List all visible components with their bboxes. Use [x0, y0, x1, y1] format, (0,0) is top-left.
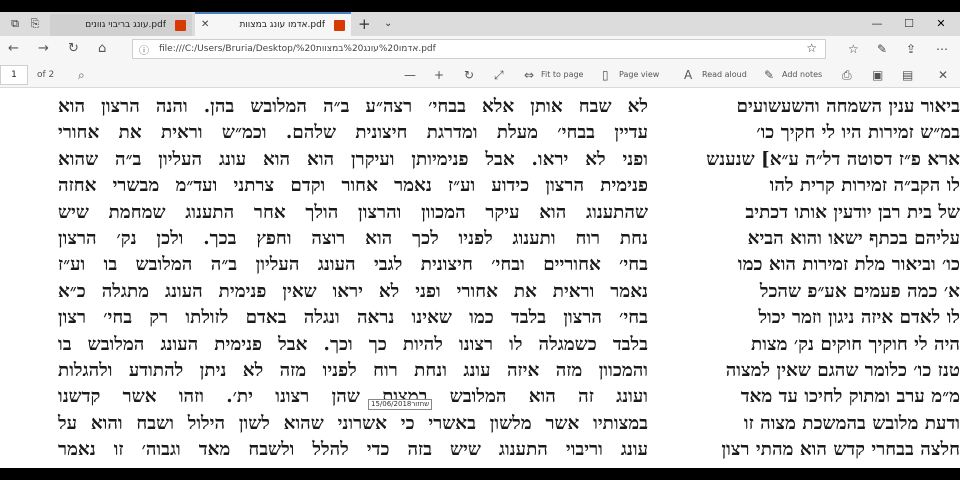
page-view-button[interactable]: Page view: [619, 66, 659, 84]
pdf-icon: [175, 20, 186, 31]
favorites-icon[interactable]: ☆: [848, 41, 859, 57]
text-line: עדיין בבחי׳ מעלת ומדרגת חיצונית שלהם. וכ…: [58, 122, 648, 144]
url-text[interactable]: file:///C:/Users/Bruria/Desktop/אדמו%20ע…: [159, 40, 436, 58]
pdf-page: לא שבח אותן אלא בבחי׳ רצה״ע ב״ה המלובש ב…: [0, 88, 960, 468]
tab-title: עונג בריבוי גוונים.pdf: [85, 20, 166, 30]
text-line: ביאור ענין השמחה והשעשועים: [736, 96, 960, 117]
text-line: היה לי חוקיך חוקים נק׳ מצות: [751, 333, 960, 355]
text-line: לו הקב״ה זמירות קרית להו: [769, 175, 960, 197]
new-tab-button[interactable]: +: [358, 14, 371, 34]
text-line: בחי׳ אחוריים ובחי׳ חיצונית לגבי העונג הע…: [58, 254, 648, 276]
set-aside-tabs-icon[interactable]: ⧉: [6, 16, 24, 32]
pdf-toolbar: 1 of 2 ⌕ — + ↻ ⤢ ⇔ Fit to page ▯ Page vi…: [0, 62, 960, 88]
save-icon[interactable]: ▣: [872, 66, 883, 84]
text-line: ארא פ״ז דסוטה דל״ה ע״א] שנענש: [706, 148, 960, 170]
zoom-in-icon[interactable]: +: [434, 66, 444, 84]
add-notes-button[interactable]: Add notes: [782, 66, 822, 84]
add-notes-icon[interactable]: ✎: [764, 66, 774, 84]
text-line: ודעת מלובש בהמשכת מצוה זו: [743, 412, 960, 434]
text-line: ופני לא יראו. אבל פנימיותן ועיקרן הוא הו…: [58, 148, 648, 170]
text-line: עונג וריבוי התענוג שיש בזה כדי להלל ולשב…: [58, 439, 648, 461]
tabs-aside-icon[interactable]: ⎘: [26, 16, 44, 32]
back-icon[interactable]: ←: [8, 40, 19, 58]
text-line: והמכוון מזה איזה עונג ונחת רוח לפניו מזה…: [58, 359, 648, 381]
tab-title: אדמו עונג במצוות.pdf: [239, 20, 325, 30]
forward-icon[interactable]: →: [38, 40, 49, 58]
text-line: חלצה בבחרי קדש הוא מהתי רצון: [721, 439, 960, 461]
fit-to-page-button[interactable]: Fit to page: [541, 66, 583, 84]
read-aloud-icon[interactable]: A: [684, 66, 692, 84]
pen-icon[interactable]: ✎: [877, 41, 887, 57]
page-number-input[interactable]: 1: [0, 65, 28, 85]
tab-inactive[interactable]: עונג בריבוי גוונים.pdf: [50, 14, 192, 36]
maximize-button[interactable]: ☐: [894, 12, 924, 36]
address-bar[interactable]: ⓘ file:///C:/Users/Bruria/Desktop/אדמו%2…: [132, 39, 826, 59]
info-icon[interactable]: ⓘ: [139, 42, 149, 57]
save-as-icon[interactable]: ▤: [902, 66, 913, 84]
tab-list-chevron-icon[interactable]: ⌄: [384, 14, 392, 34]
fit-to-page-icon[interactable]: ⇔: [524, 66, 534, 84]
date-stamp: 15/06/2018שחזור: [368, 399, 433, 410]
favorite-star-icon[interactable]: ☆: [806, 41, 817, 55]
fullscreen-icon[interactable]: ⤢: [494, 66, 504, 84]
edge-browser-window: ⧉ ⎘ עונג בריבוי גוונים.pdf ✕ אדמו עונג ב…: [0, 12, 960, 468]
search-icon[interactable]: ⌕: [78, 66, 85, 84]
rotate-icon[interactable]: ↻: [464, 66, 474, 84]
text-line: פנימית הרצון כידוע וע״ז נאמר אחור וקדם צ…: [58, 175, 648, 197]
share-icon[interactable]: ⇪: [906, 41, 916, 57]
text-line: כו׳ וביאור מלת זמירות הוא כמו: [737, 254, 960, 276]
text-line: עליהם בכתף ישאו והוא הביא: [747, 227, 960, 249]
close-tab-icon[interactable]: ✕: [201, 14, 209, 36]
zoom-out-icon[interactable]: —: [404, 66, 416, 84]
text-line: לו לאדם איזה ניגון וזמר יכול: [758, 307, 960, 329]
close-window-button[interactable]: ✕: [926, 12, 956, 36]
more-icon[interactable]: ⋯: [936, 41, 948, 57]
pin-toolbar-icon[interactable]: ✕: [938, 66, 948, 84]
refresh-icon[interactable]: ↻: [68, 40, 79, 58]
text-line: בלבד כשמגלה לו רצונו להיות כך וכך. אבל פ…: [58, 333, 648, 355]
text-line: לא שבח אותן אלא בבחי׳ רצה״ע ב״ה המלובש ב…: [58, 96, 648, 117]
text-line: א׳ כמה פעמים אע״פ שהכל: [759, 280, 960, 302]
text-line: בחי׳ הרצון בלבד כמו שאינו נראה ונגלה באד…: [58, 307, 648, 329]
text-line: במצותיו אשר מלשון באשרי כי אשרוני שהוא ל…: [58, 412, 648, 434]
text-line: נאמר וראית את אחורי ופני לא יראו שאין פנ…: [58, 280, 648, 302]
page-count: of 2: [37, 70, 55, 80]
read-aloud-button[interactable]: Read aloud: [702, 66, 747, 84]
text-line: במ״ש זמירות היו לי חקיך כו׳: [756, 122, 960, 144]
tab-active[interactable]: ✕ אדמו עונג במצוות.pdf: [195, 12, 351, 38]
side-text-column: ביאור ענין השמחה והשעשועים במ״ש זמירות ה…: [660, 88, 960, 463]
pdf-icon: [334, 20, 345, 31]
print-icon[interactable]: ⎙: [842, 66, 852, 84]
text-line: ועונג זה הוא המלובש במצות שהן רצונו ית׳.…: [58, 386, 648, 408]
main-text-column: לא שבח אותן אלא בבחי׳ רצה״ע ב״ה המלובש ב…: [58, 88, 648, 463]
text-line: טנז כו׳ כלומר שהגם שאין למצוה: [725, 359, 960, 381]
text-line: שהתענוג הוא עיקר המכוון והרצון הולך אחר …: [58, 201, 648, 223]
page-view-icon[interactable]: ▯: [602, 66, 609, 84]
text-line: נחת רוח ותענוג לפניו לכך הוא רוצה וחפץ ב…: [58, 227, 648, 249]
minimize-button[interactable]: —: [862, 12, 892, 36]
navigation-bar: ← → ↻ ⌂ ⓘ file:///C:/Users/Bruria/Deskto…: [0, 36, 960, 62]
home-icon[interactable]: ⌂: [98, 40, 106, 58]
tab-strip: ⧉ ⎘ עונג בריבוי גוונים.pdf ✕ אדמו עונג ב…: [0, 12, 960, 38]
text-line: מ״מ ערב ומתוק לחיכו עד מאד: [740, 386, 960, 408]
text-line: של בית רבן יודעין אותו דכתיב: [745, 201, 960, 223]
